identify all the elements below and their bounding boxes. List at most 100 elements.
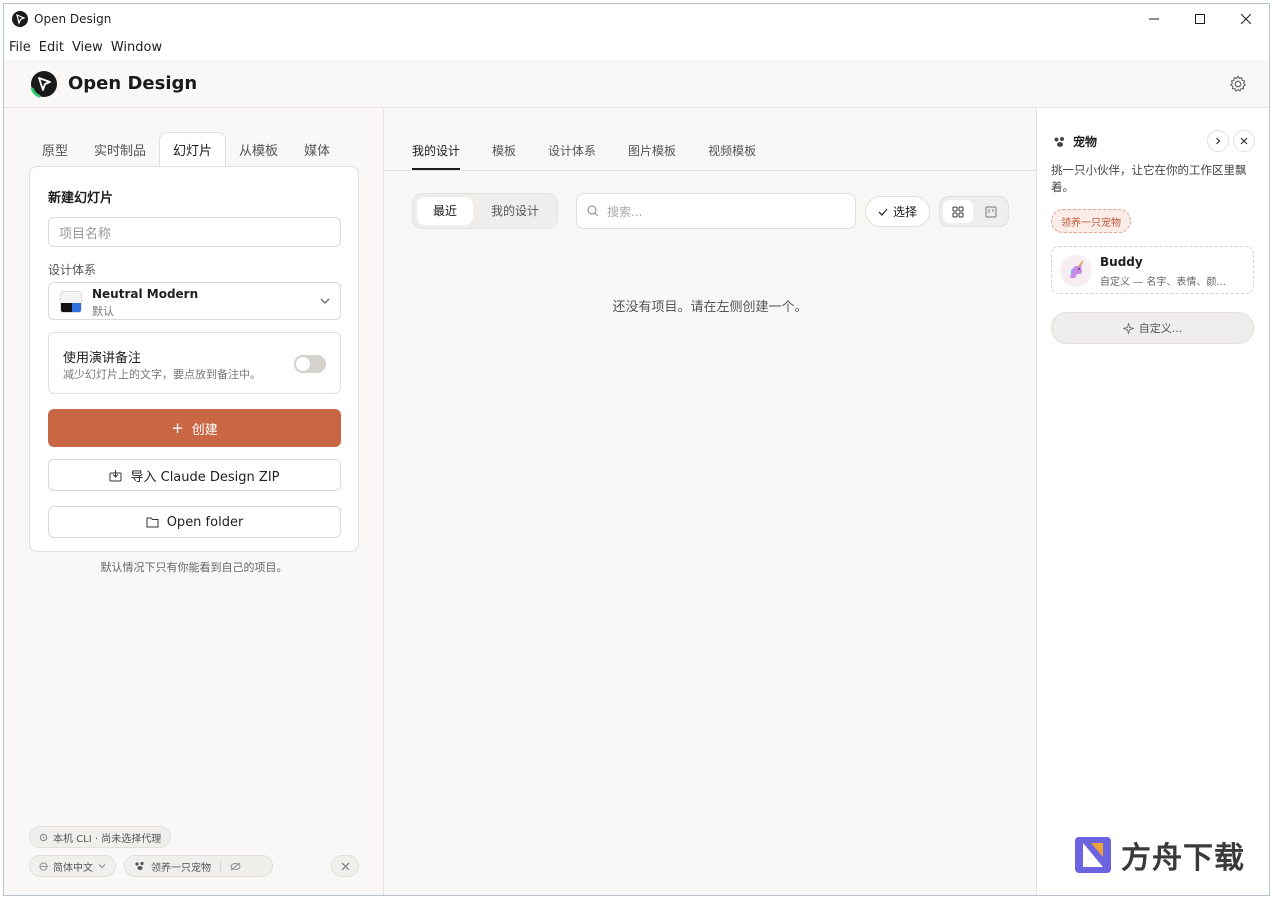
tab-design-systems[interactable]: 设计体系	[548, 138, 596, 170]
open-folder-button[interactable]: Open folder	[48, 506, 341, 538]
speaker-notes-toggle[interactable]	[294, 355, 326, 373]
maximize-button[interactable]	[1177, 4, 1223, 34]
chevron-down-icon	[98, 864, 106, 869]
import-icon	[109, 469, 122, 481]
minimize-button[interactable]	[1131, 4, 1177, 34]
chevron-down-icon	[320, 298, 330, 304]
menu-bar: File Edit View Window	[4, 34, 1269, 60]
gear-icon[interactable]	[1229, 75, 1247, 93]
tab-templates[interactable]: 模板	[492, 138, 516, 170]
adopt-pet-pill[interactable]: 领养一只宠物 |	[124, 855, 273, 877]
menu-window[interactable]: Window	[111, 40, 162, 55]
expand-panel-button[interactable]	[1207, 130, 1229, 152]
watermark-text: 方舟下载	[1121, 841, 1245, 876]
kanban-view-button[interactable]	[976, 200, 1006, 223]
title-bar: Open Design	[4, 4, 1269, 34]
speaker-notes-option: 使用演讲备注 减少幻灯片上的文字，要点放到备注中。	[48, 332, 341, 394]
speaker-notes-title: 使用演讲备注	[63, 351, 142, 366]
divider: |	[219, 860, 223, 872]
customize-pet-button[interactable]: 自定义...	[1051, 312, 1254, 344]
close-window-button[interactable]	[1223, 4, 1269, 34]
pet-option-buddy[interactable]: Buddy 自定义 — 名字、表情、颜...	[1051, 246, 1254, 294]
select-label: 选择	[892, 205, 917, 219]
tab-from-template[interactable]: 从模板	[226, 132, 291, 166]
open-folder-label: Open folder	[166, 514, 244, 530]
logo-icon	[30, 70, 57, 98]
sparkle-icon	[1122, 322, 1134, 334]
main-panel: 我的设计 模板 设计体系 图片模板 视频模板 最近 我的设计 搜索... 选择	[384, 108, 1036, 895]
grid-icon	[952, 206, 964, 217]
design-system-name: Neutral Modern	[92, 287, 199, 301]
customize-label: 自定义...	[1138, 322, 1183, 335]
search-icon	[587, 205, 599, 217]
menu-view[interactable]: View	[72, 40, 103, 55]
window-controls	[1131, 4, 1269, 34]
grid-view-button[interactable]	[943, 200, 973, 223]
app-icon	[12, 11, 28, 27]
maximize-icon	[1195, 14, 1205, 24]
speaker-notes-description: 减少幻灯片上的文字，要点放到备注中。	[63, 368, 261, 381]
kanban-icon	[985, 206, 997, 217]
filter-segment: 最近 我的设计	[412, 193, 558, 229]
globe-icon	[39, 861, 48, 871]
project-name-input[interactable]: 项目名称	[48, 217, 341, 247]
tab-live-artifact[interactable]: 实时制品	[81, 132, 159, 166]
paw-icon	[1054, 136, 1064, 147]
x-social-button[interactable]	[331, 855, 359, 877]
gear-icon	[39, 833, 48, 841]
unicorn-icon	[1060, 255, 1092, 287]
cli-status-pill[interactable]: 本机 CLI · 尚未选择代理	[29, 826, 172, 848]
app-window: Open Design File Edit View Window Open D…	[3, 3, 1270, 896]
eye-off-icon	[230, 862, 241, 870]
card-title: 新建幻灯片	[48, 191, 114, 206]
tab-image-templates[interactable]: 图片模板	[628, 138, 676, 170]
create-tabs: 原型 实时制品 幻灯片 从模板 媒体	[29, 132, 343, 166]
search-input[interactable]: 搜索...	[576, 193, 856, 229]
filter-my-designs[interactable]: 我的设计	[477, 197, 553, 225]
pet-sub: 自定义 — 名字、表情、颜...	[1100, 277, 1226, 288]
empty-state: 还没有项目。请在左侧创建一个。	[612, 300, 808, 315]
new-slides-card: 新建幻灯片 项目名称 设计体系 Neutral Modern 默认 使用演讲备注…	[29, 166, 359, 552]
chevron-right-icon	[1216, 137, 1221, 145]
privacy-note: 默认情况下只有你能看到自己的项目。	[100, 561, 288, 574]
import-label: 导入 Claude Design ZIP	[130, 469, 280, 485]
create-label: 创建	[191, 422, 218, 438]
x-icon	[341, 862, 349, 870]
tab-media[interactable]: 媒体	[291, 132, 343, 166]
menu-edit[interactable]: Edit	[39, 40, 64, 55]
tab-my-designs[interactable]: 我的设计	[412, 138, 461, 170]
window-title: Open Design	[34, 12, 112, 26]
pet-name: Buddy	[1100, 255, 1143, 269]
filter-recent[interactable]: 最近	[417, 197, 473, 225]
search-placeholder: 搜索...	[607, 204, 643, 219]
create-button[interactable]: + 创建	[48, 409, 341, 447]
tab-prototype[interactable]: 原型	[29, 132, 81, 166]
check-icon	[878, 208, 888, 216]
tab-video-templates[interactable]: 视频模板	[708, 138, 756, 170]
tab-slides[interactable]: 幻灯片	[159, 132, 227, 166]
pet-panel-header: 宠物	[1053, 133, 1097, 150]
import-zip-button[interactable]: 导入 Claude Design ZIP	[48, 459, 341, 491]
adopt-pet-label: 领养一只宠物	[151, 862, 211, 874]
main-tabs: 我的设计 模板 设计体系 图片模板 视频模板	[412, 138, 788, 170]
view-toggle	[939, 196, 1009, 227]
design-system-sub: 默认	[92, 305, 114, 318]
menu-file[interactable]: File	[9, 40, 31, 55]
select-button[interactable]: 选择	[865, 196, 930, 227]
folder-icon	[146, 517, 159, 528]
language-label: 简体中文	[53, 862, 93, 874]
left-panel: 原型 实时制品 幻灯片 从模板 媒体 新建幻灯片 项目名称 设计体系 Neutr…	[4, 108, 384, 895]
tabs-divider	[384, 170, 1036, 171]
watermark: 方舟下载	[1073, 833, 1245, 877]
pet-description: 挑一只小伙伴，让它在你的工作区里飘着。	[1051, 163, 1247, 194]
minimize-icon	[1149, 18, 1159, 20]
design-system-select[interactable]: Neutral Modern 默认	[48, 282, 341, 320]
close-panel-button[interactable]	[1233, 130, 1255, 152]
brand-name: Open Design	[68, 73, 198, 94]
paw-icon	[135, 861, 144, 870]
adopt-pet-badge[interactable]: 领养一只宠物	[1051, 209, 1131, 233]
pet-panel: 宠物 挑一只小伙伴，让它在你的工作区里飘着。 领养一只宠物 Buddy 自定义 …	[1036, 108, 1269, 895]
language-pill[interactable]: 简体中文	[29, 855, 116, 877]
watermark-logo-icon	[1075, 837, 1111, 873]
pet-panel-title: 宠物	[1073, 135, 1098, 149]
